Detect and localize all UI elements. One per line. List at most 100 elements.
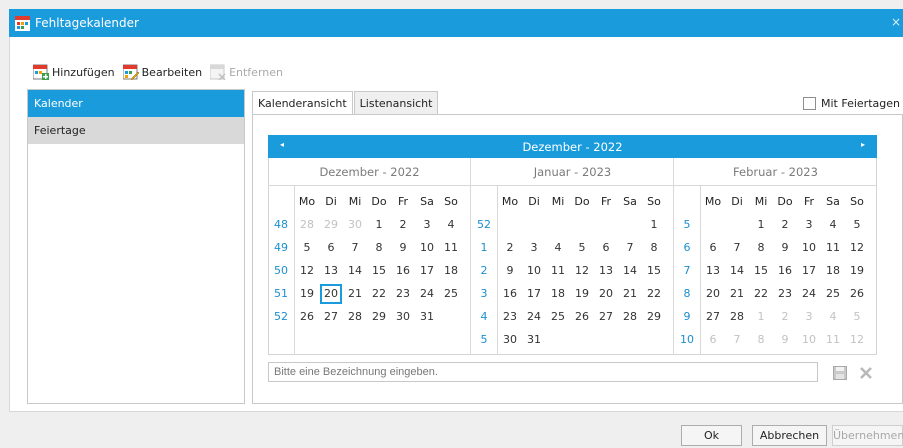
day-cell[interactable]: 2 [774,307,796,327]
day-cell[interactable]: 2 [499,238,521,258]
apply-button[interactable]: Übernehmen [832,425,903,446]
day-cell[interactable]: 5 [846,307,868,327]
day-cell[interactable]: 13 [702,261,724,281]
calendar-header-title[interactable]: Dezember - 2022 [268,140,877,154]
day-cell[interactable]: 31 [416,307,438,327]
day-cell[interactable]: 29 [643,307,665,327]
day-cell[interactable]: 21 [344,284,366,304]
day-cell[interactable]: 25 [547,307,569,327]
day-cell[interactable]: 26 [846,284,868,304]
day-cell[interactable]: 23 [392,284,414,304]
day-cell[interactable]: 2 [392,215,414,235]
day-cell[interactable]: 18 [440,261,462,281]
day-cell[interactable]: 8 [643,238,665,258]
day-cell[interactable]: 28 [619,307,641,327]
day-cell[interactable]: 11 [547,261,569,281]
day-cell[interactable]: 27 [595,307,617,327]
day-cell[interactable]: 11 [822,330,844,350]
day-cell[interactable]: 5 [571,238,593,258]
day-cell[interactable]: 6 [595,238,617,258]
save-icon[interactable] [831,364,849,382]
tab-kalenderansicht[interactable]: Kalenderansicht [252,91,353,116]
day-cell[interactable]: 10 [523,261,545,281]
description-input[interactable] [268,362,818,382]
delete-icon[interactable] [857,364,875,382]
day-cell[interactable]: 25 [822,284,844,304]
day-cell[interactable]: 7 [726,330,748,350]
day-cell[interactable]: 7 [344,238,366,258]
day-cell[interactable]: 6 [702,330,724,350]
day-cell[interactable]: 9 [392,238,414,258]
day-cell[interactable]: 14 [619,261,641,281]
day-cell[interactable]: 24 [416,284,438,304]
day-cell[interactable]: 11 [440,238,462,258]
day-cell[interactable]: 18 [547,284,569,304]
day-cell[interactable]: 3 [798,307,820,327]
day-cell-today[interactable]: 20 [320,284,342,304]
add-button[interactable]: Hinzufügen [33,64,115,80]
day-cell[interactable]: 19 [846,261,868,281]
day-cell[interactable]: 7 [619,238,641,258]
day-cell[interactable]: 19 [571,284,593,304]
day-cell[interactable]: 3 [523,238,545,258]
day-cell[interactable]: 6 [702,238,724,258]
day-cell[interactable]: 9 [774,330,796,350]
day-cell[interactable]: 4 [822,307,844,327]
day-cell[interactable]: 4 [440,215,462,235]
day-cell[interactable]: 28 [344,307,366,327]
cancel-button[interactable]: Abbrechen [752,425,827,446]
day-cell[interactable]: 21 [726,284,748,304]
tab-listenansicht[interactable]: Listenansicht [353,91,439,115]
day-cell[interactable]: 26 [571,307,593,327]
ok-button[interactable]: Ok [681,425,742,446]
day-cell[interactable]: 12 [296,261,318,281]
day-cell[interactable]: 19 [296,284,318,304]
day-cell[interactable]: 6 [320,238,342,258]
day-cell[interactable]: 20 [702,284,724,304]
close-icon[interactable]: × [891,15,901,29]
day-cell[interactable]: 12 [846,238,868,258]
day-cell[interactable]: 26 [296,307,318,327]
day-cell[interactable]: 4 [822,215,844,235]
day-cell[interactable]: 17 [416,261,438,281]
day-cell[interactable]: 21 [619,284,641,304]
day-cell[interactable]: 14 [726,261,748,281]
remove-button[interactable]: Entfernen [210,64,283,80]
day-cell[interactable]: 2 [774,215,796,235]
day-cell[interactable]: 1 [750,307,772,327]
day-cell[interactable]: 29 [368,307,390,327]
day-cell[interactable]: 1 [643,215,665,235]
day-cell[interactable]: 17 [798,261,820,281]
day-cell[interactable]: 10 [416,238,438,258]
day-cell[interactable]: 12 [846,330,868,350]
day-cell[interactable]: 31 [523,330,545,350]
next-month-icon[interactable]: ▸ [861,140,865,149]
day-cell[interactable]: 27 [320,307,342,327]
day-cell[interactable]: 8 [750,238,772,258]
edit-button[interactable]: Bearbeiten [122,64,202,80]
day-cell[interactable]: 16 [499,284,521,304]
day-cell[interactable]: 27 [702,307,724,327]
day-cell[interactable]: 22 [368,284,390,304]
day-cell[interactable]: 28 [726,307,748,327]
day-cell[interactable]: 15 [368,261,390,281]
day-cell[interactable]: 30 [344,215,366,235]
day-cell[interactable]: 24 [523,307,545,327]
list-item-kalender[interactable]: Kalender [28,90,244,117]
day-cell[interactable]: 16 [392,261,414,281]
day-cell[interactable]: 4 [547,238,569,258]
day-cell[interactable]: 12 [571,261,593,281]
holidays-toggle[interactable]: Mit Feiertagen [803,97,900,110]
day-cell[interactable]: 7 [726,238,748,258]
day-cell[interactable]: 10 [798,238,820,258]
day-cell[interactable]: 25 [440,284,462,304]
day-cell[interactable]: 11 [822,238,844,258]
day-cell[interactable]: 30 [392,307,414,327]
day-cell[interactable]: 3 [798,215,820,235]
day-cell[interactable]: 13 [320,261,342,281]
day-cell[interactable]: 22 [643,284,665,304]
day-cell[interactable]: 1 [368,215,390,235]
day-cell[interactable]: 13 [595,261,617,281]
day-cell[interactable]: 18 [822,261,844,281]
day-cell[interactable]: 8 [750,330,772,350]
